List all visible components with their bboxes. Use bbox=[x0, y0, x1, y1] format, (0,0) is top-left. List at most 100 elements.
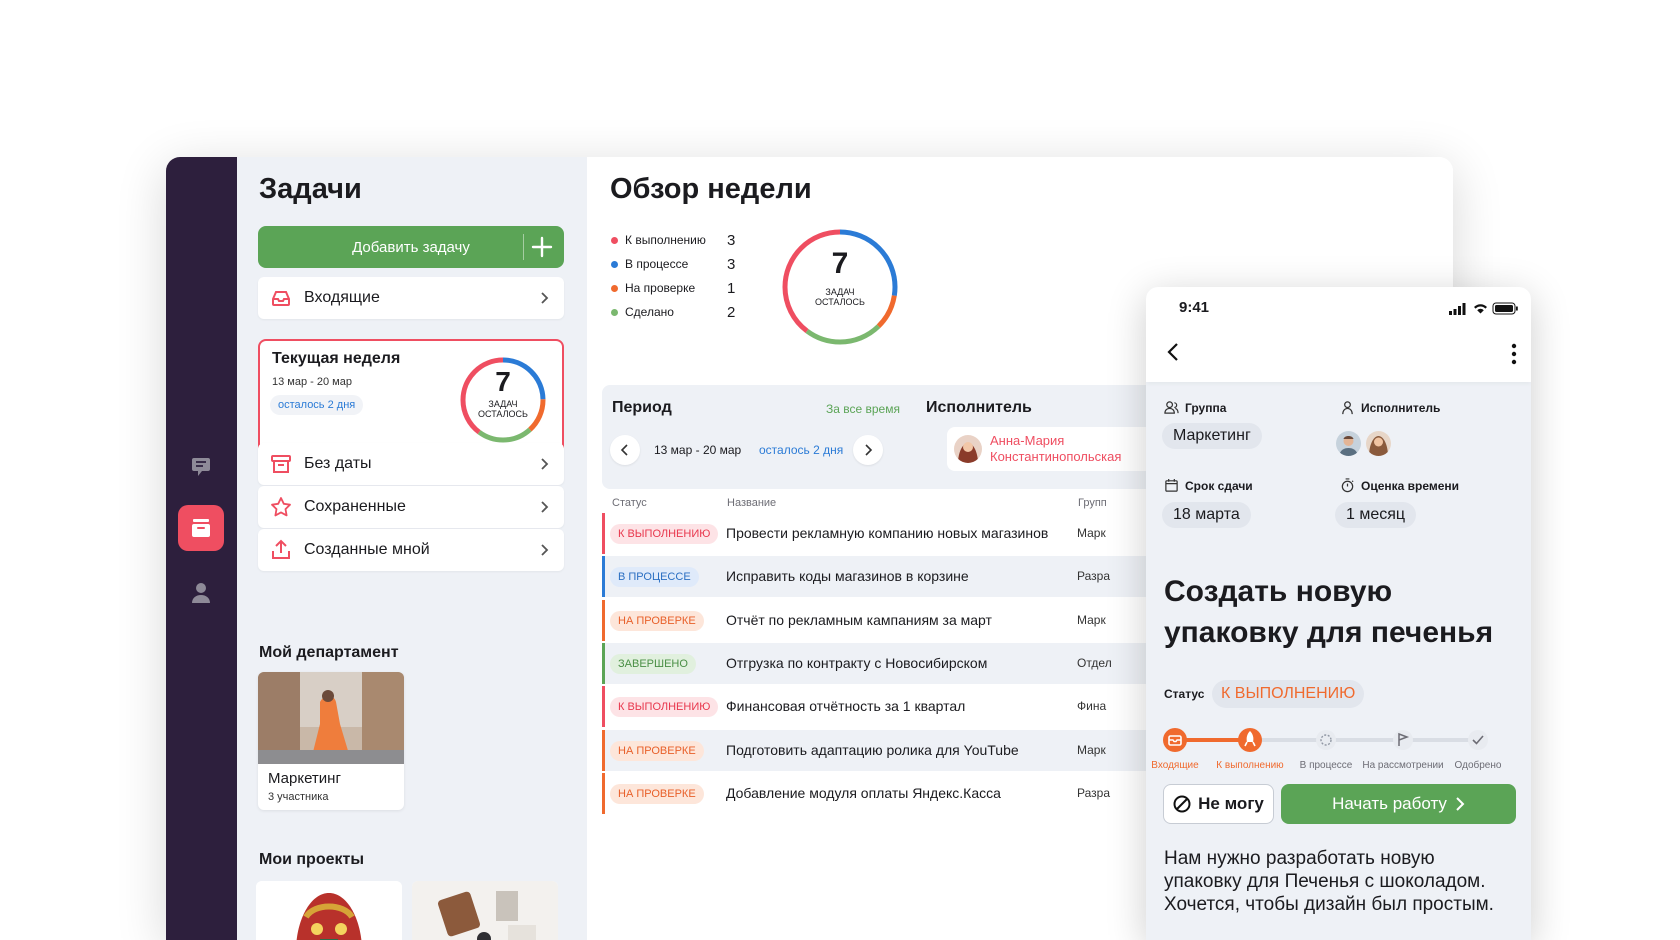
department-members: 3 участника bbox=[268, 791, 329, 803]
more-vertical-icon[interactable] bbox=[1511, 343, 1517, 365]
start-work-label: Начать работу bbox=[1332, 794, 1447, 813]
mobile-header: 9:41 bbox=[1146, 287, 1531, 382]
status-color-bar bbox=[602, 599, 605, 641]
nav-item-no-date[interactable]: Без даты bbox=[258, 443, 564, 485]
task-title: Создать новую упаковку для печенья bbox=[1164, 575, 1494, 649]
nav-item-label: Входящие bbox=[304, 289, 380, 306]
nav-item-inbox[interactable]: Входящие bbox=[258, 277, 564, 319]
next-period-button[interactable] bbox=[853, 435, 883, 465]
avatar[interactable] bbox=[1336, 431, 1361, 456]
current-week-dates: 13 мар - 20 мар bbox=[272, 376, 352, 388]
status-color-bar bbox=[602, 772, 605, 814]
status-color-bar bbox=[602, 513, 605, 554]
all-time-link[interactable]: За все время bbox=[826, 402, 900, 416]
stopwatch-icon bbox=[1341, 478, 1354, 493]
assignee-label-text: Исполнитель bbox=[1361, 400, 1441, 415]
current-week-card[interactable]: Текущая неделя 13 мар - 20 мар осталось … bbox=[258, 339, 564, 457]
status-badge[interactable]: К ВЫПОЛНЕНИЮ bbox=[1212, 680, 1365, 708]
task-name: Провести рекламную компанию новых магази… bbox=[726, 525, 1049, 541]
task-description: Нам нужно разработать новую упаковку для… bbox=[1164, 848, 1494, 915]
legend-label: В процессе bbox=[625, 257, 689, 271]
nav-item-created-by-me[interactable]: Созданные мной bbox=[258, 529, 564, 571]
start-work-button[interactable]: Начать работу bbox=[1281, 784, 1516, 824]
department-photo bbox=[258, 672, 404, 764]
task-name: Добавление модуля оплаты Яндекс.Касса bbox=[726, 784, 1001, 801]
legend-item: В процессе 3 bbox=[611, 255, 735, 273]
project-card[interactable] bbox=[256, 881, 402, 940]
status-bar-time: 9:41 bbox=[1179, 299, 1210, 316]
task-group: Разра bbox=[1077, 569, 1110, 584]
chevron-right-icon bbox=[1456, 797, 1465, 811]
chevron-right-icon bbox=[541, 544, 549, 556]
donut-caption-line2: осталось bbox=[815, 297, 865, 307]
column-header-group: Групп bbox=[1078, 497, 1107, 509]
period-days-left: осталось 2 дня bbox=[759, 443, 844, 457]
rocket-step-icon[interactable] bbox=[1238, 728, 1262, 752]
status-badge: К выполнению bbox=[610, 524, 719, 544]
legend-label: Сделано bbox=[625, 305, 674, 319]
step-label-in-progress: В процессе bbox=[1299, 760, 1353, 771]
app-rail bbox=[166, 157, 237, 940]
status-bar-icons bbox=[1449, 302, 1518, 315]
assignee-first-name: Анна-Мария bbox=[990, 433, 1065, 448]
group-label: Группа bbox=[1164, 400, 1226, 415]
sidebar: Задачи Добавить задачу Входящие Текущая … bbox=[237, 157, 587, 940]
tasks-box-icon bbox=[192, 519, 210, 537]
task-group: Марк bbox=[1077, 612, 1106, 627]
donut-count: 7 bbox=[831, 247, 849, 280]
days-left-badge: осталось 2 дня bbox=[270, 395, 364, 415]
donut-caption-line2: осталось bbox=[478, 409, 528, 419]
add-task-label: Добавить задачу bbox=[352, 238, 470, 256]
chevron-right-icon bbox=[541, 292, 549, 304]
project-card[interactable] bbox=[412, 881, 558, 940]
column-header-name: Название bbox=[727, 497, 777, 509]
rail-profile-button[interactable] bbox=[178, 570, 224, 616]
task-name: Финансовая отчётность за 1 квартал bbox=[726, 698, 966, 715]
check-step-icon[interactable] bbox=[1468, 730, 1488, 750]
rail-tasks-button[interactable] bbox=[178, 505, 224, 551]
prev-period-button[interactable] bbox=[610, 435, 640, 465]
nav-item-saved[interactable]: Сохраненные bbox=[258, 486, 564, 528]
status-label: Статус bbox=[1164, 687, 1205, 701]
status-stepper: Входящие К выполнению В процессе На расс… bbox=[1146, 724, 1531, 774]
status-color-bar bbox=[602, 686, 605, 728]
task-group: Отдел bbox=[1077, 655, 1112, 670]
nav-item-label: Созданные мной bbox=[304, 541, 430, 558]
user-icon bbox=[192, 583, 210, 603]
chevron-right-icon bbox=[541, 501, 549, 513]
legend-label: К выполнению bbox=[625, 233, 706, 247]
task-group: Разра bbox=[1077, 785, 1110, 800]
deadline-chip[interactable]: 18 марта bbox=[1162, 502, 1251, 528]
status-color-bar bbox=[602, 556, 605, 598]
inbox-step-icon[interactable] bbox=[1163, 728, 1187, 752]
legend-item: На проверке 1 bbox=[611, 279, 735, 297]
assignee-label: Исполнитель bbox=[926, 399, 1032, 416]
department-card[interactable]: Маркетинг 3 участника bbox=[258, 672, 404, 810]
deadline-label-text: Срок сдачи bbox=[1185, 478, 1253, 493]
cant-button-label: Не могу bbox=[1198, 794, 1264, 813]
avatar bbox=[954, 435, 982, 463]
add-task-button[interactable]: Добавить задачу bbox=[258, 226, 564, 268]
week-tasks-donut: 7 задач осталось bbox=[457, 354, 549, 446]
estimate-chip[interactable]: 1 месяц bbox=[1335, 502, 1417, 528]
back-arrow-icon[interactable] bbox=[1164, 341, 1182, 363]
group-label-text: Группа bbox=[1185, 400, 1227, 415]
progress-step-icon[interactable] bbox=[1316, 730, 1336, 750]
task-group: Марк bbox=[1077, 526, 1106, 540]
group-chip[interactable]: Маркетинг bbox=[1162, 423, 1262, 449]
nav-item-label: Без даты bbox=[304, 455, 372, 472]
stepper-track bbox=[1163, 728, 1488, 752]
filter-panel: Период За все время 13 мар - 20 мар оста… bbox=[602, 385, 1162, 489]
avatar[interactable] bbox=[1366, 431, 1391, 456]
current-week-title: Текущая неделя bbox=[272, 350, 401, 367]
flag-step-icon[interactable] bbox=[1393, 730, 1413, 750]
star-icon bbox=[271, 497, 291, 517]
overview-title: Обзор недели bbox=[610, 173, 812, 205]
plus-icon bbox=[531, 236, 553, 258]
rail-comments-button[interactable] bbox=[178, 444, 224, 490]
assignee-filter-chip[interactable]: Анна-Мария Константинопольская bbox=[947, 427, 1162, 471]
assignee-name: Анна-Мария Константинопольская bbox=[990, 433, 1160, 465]
legend-dot bbox=[611, 260, 618, 268]
legend-dot bbox=[611, 284, 618, 292]
cant-button[interactable]: Не могу bbox=[1163, 784, 1274, 824]
